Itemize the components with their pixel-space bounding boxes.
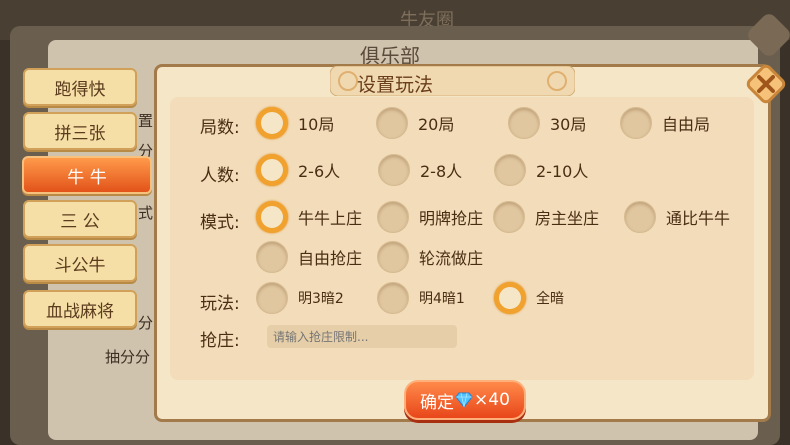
mode-option-open-grab[interactable]: 明牌抢庄 [377, 201, 483, 233]
confirm-cost: ×40 [474, 390, 510, 410]
radio-icon[interactable] [256, 282, 288, 314]
radio-icon[interactable] [508, 107, 540, 139]
option-label: 明牌抢庄 [419, 209, 484, 228]
mode-option-rotate[interactable]: 轮流做庄 [377, 241, 483, 273]
option-label: 全暗 [536, 291, 564, 307]
option-label: 30局 [550, 115, 587, 134]
players-label: 人数: [200, 166, 240, 186]
option-label: 2-6人 [298, 162, 341, 181]
option-label: 2-8人 [420, 162, 463, 181]
mode-option-host-banker[interactable]: 房主坐庄 [493, 201, 599, 233]
radio-icon[interactable] [494, 154, 526, 186]
play-label: 玩法: [200, 294, 240, 314]
club-partial-label: 分 [138, 314, 154, 332]
radio-icon[interactable] [256, 241, 288, 273]
mode-option-niuniu-banker[interactable]: 牛牛上庄 [256, 201, 362, 233]
radio-icon[interactable] [256, 107, 288, 139]
option-label: 轮流做庄 [419, 249, 484, 268]
radio-icon[interactable] [376, 107, 408, 139]
dialog-title: 设置玩法 [356, 74, 433, 96]
option-label: 房主坐庄 [535, 209, 600, 228]
radio-icon[interactable] [493, 201, 525, 233]
players-option-2-6[interactable]: 2-6人 [256, 154, 340, 186]
rounds-option-10[interactable]: 10局 [256, 107, 334, 139]
tab-niuniu[interactable]: 牛 牛 [22, 156, 152, 194]
option-label: 牛牛上庄 [298, 209, 363, 228]
tab-dougongniu[interactable]: 斗公牛 [23, 244, 137, 282]
option-label: 明3暗2 [298, 291, 344, 307]
tab-sangong[interactable]: 三 公 [23, 200, 137, 238]
option-label: 通比牛牛 [666, 209, 731, 228]
radio-icon[interactable] [256, 201, 288, 233]
rounds-option-30[interactable]: 30局 [508, 107, 586, 139]
options-area [170, 97, 754, 380]
tab-pinsanzhang[interactable]: 拼三张 [23, 112, 137, 150]
radio-icon[interactable] [377, 241, 409, 273]
play-option-4-1[interactable]: 明4暗1 [377, 282, 465, 314]
play-option-3-2[interactable]: 明3暗2 [256, 282, 344, 314]
mode-option-tongbi[interactable]: 通比牛牛 [624, 201, 730, 233]
club-partial-label: 置 [138, 112, 154, 130]
players-option-2-10[interactable]: 2-10人 [494, 154, 588, 186]
players-option-2-8[interactable]: 2-8人 [378, 154, 462, 186]
banker-label: 抢庄: [200, 331, 240, 351]
rounds-label: 局数: [200, 118, 240, 138]
banker-limit-input[interactable] [267, 325, 457, 348]
confirm-button[interactable]: 确定 ×40 [404, 380, 526, 420]
rounds-option-free[interactable]: 自由局 [620, 107, 710, 139]
rounds-option-20[interactable]: 20局 [376, 107, 454, 139]
option-label: 10局 [298, 115, 335, 134]
radio-icon[interactable] [256, 154, 288, 186]
radio-icon[interactable] [377, 282, 409, 314]
radio-icon[interactable] [494, 282, 526, 314]
confirm-label: 确定 [420, 392, 455, 413]
tab-xuezhanmajiang[interactable]: 血战麻将 [23, 290, 137, 328]
radio-icon[interactable] [377, 201, 409, 233]
club-partial-label: 式 [138, 204, 154, 222]
option-label: 自由局 [662, 115, 711, 134]
radio-icon[interactable] [378, 154, 410, 186]
mode-label: 模式: [200, 213, 240, 233]
option-label: 明4暗1 [419, 291, 465, 307]
option-label: 2-10人 [536, 162, 589, 181]
play-option-all-hidden[interactable]: 全暗 [494, 282, 564, 314]
option-label: 自由抢庄 [298, 249, 363, 268]
club-partial-label: 抽分分 [105, 348, 151, 366]
option-label: 20局 [418, 115, 455, 134]
diamond-icon [455, 392, 473, 408]
radio-icon[interactable] [620, 107, 652, 139]
radio-icon[interactable] [624, 201, 656, 233]
mode-option-free-grab[interactable]: 自由抢庄 [256, 241, 362, 273]
